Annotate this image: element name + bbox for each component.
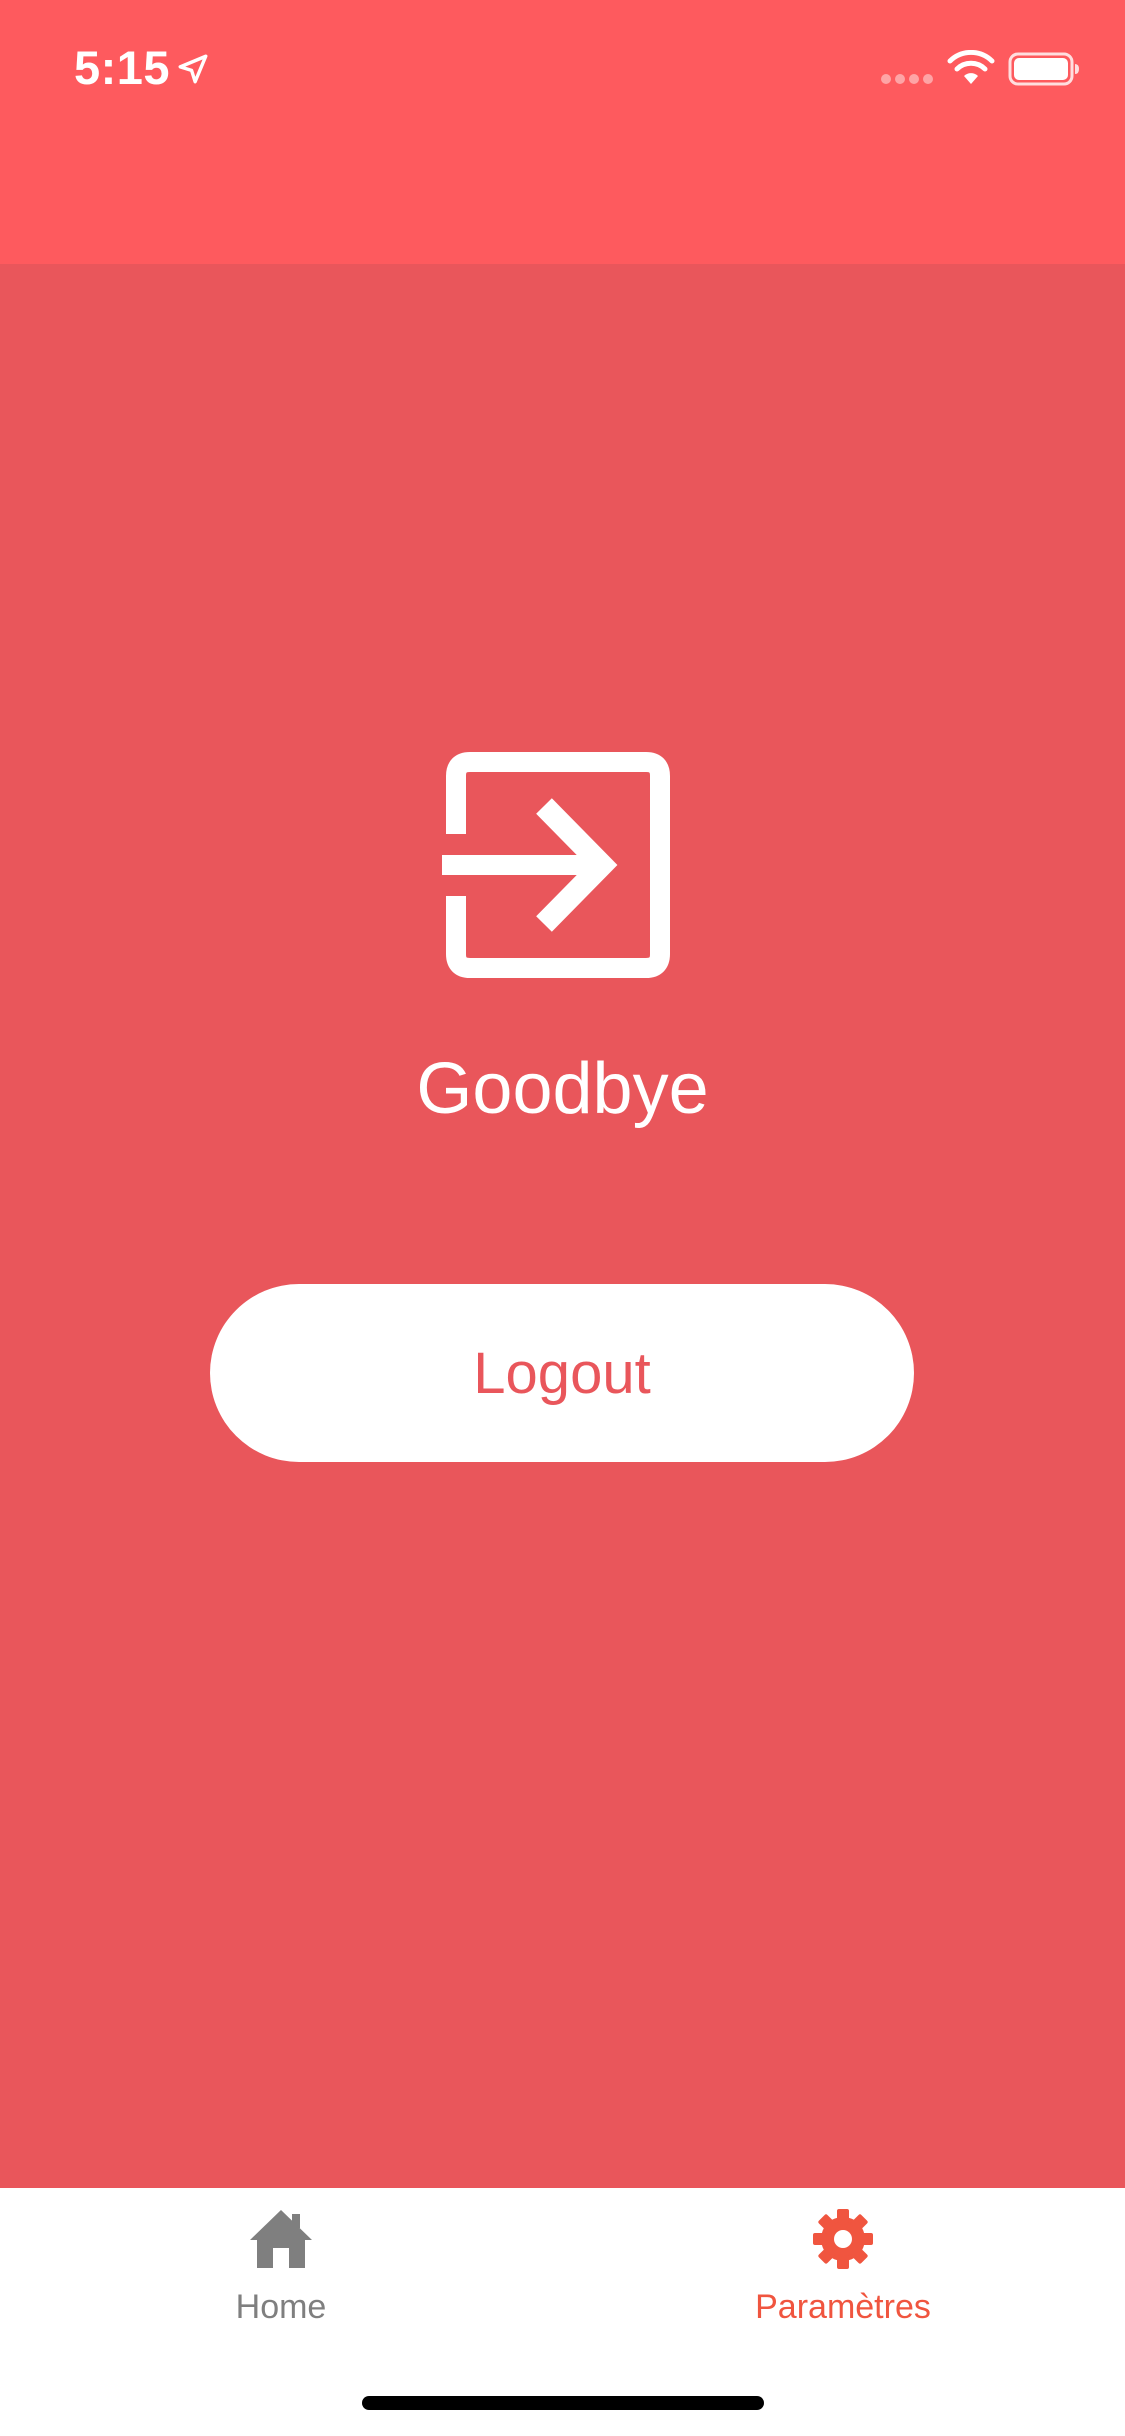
tab-settings[interactable]: Paramètres — [562, 2188, 1124, 2348]
gear-icon — [813, 2209, 873, 2269]
tab-home[interactable]: Home — [0, 2188, 562, 2348]
cellular-signal-icon — [881, 74, 933, 84]
tab-home-label: Home — [235, 2288, 327, 2326]
status-time: 5:15 — [74, 41, 171, 94]
logout-button-label: Logout — [473, 1340, 651, 1406]
app-screen: 5:15 Goodbye Logout Home Paramètres — [0, 0, 1125, 2436]
home-icon — [250, 2210, 312, 2268]
location-arrow-icon — [178, 54, 208, 84]
goodbye-title: Goodbye — [416, 1049, 709, 1129]
battery-icon — [1008, 52, 1079, 86]
home-indicator — [362, 2396, 764, 2410]
tab-settings-label: Paramètres — [755, 2288, 931, 2326]
main-content — [0, 264, 1125, 2188]
status-bar: 5:15 — [0, 0, 1125, 264]
logout-icon — [442, 752, 670, 978]
wifi-icon — [947, 50, 995, 84]
logout-button[interactable]: Logout — [210, 1284, 914, 1462]
